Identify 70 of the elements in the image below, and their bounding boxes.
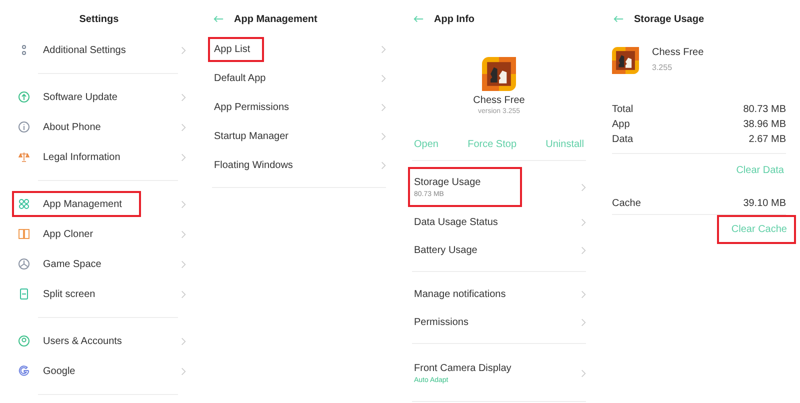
menu-item-label[interactable]: Startup Manager bbox=[208, 124, 302, 149]
menu-item-label[interactable]: App List bbox=[208, 37, 264, 62]
chevron-icon bbox=[581, 246, 586, 254]
size-value: 38.96 MB bbox=[743, 119, 786, 130]
menu-item-label[interactable]: Front Camera Display bbox=[414, 362, 510, 374]
grid-icon bbox=[18, 198, 30, 210]
menu-item-label[interactable]: Game Space bbox=[43, 258, 102, 270]
user-icon bbox=[18, 335, 30, 347]
menu-item-label[interactable]: App Management bbox=[43, 198, 122, 210]
menu-item-label[interactable]: Floating Windows bbox=[208, 153, 307, 178]
menu-item-label[interactable]: Additional Settings bbox=[43, 44, 126, 56]
menu-item-label[interactable]: Default App bbox=[208, 66, 280, 91]
screen-title: Settings bbox=[79, 14, 119, 24]
chevron-icon bbox=[181, 290, 186, 298]
chevron-icon bbox=[181, 336, 186, 346]
menu-item-label[interactable]: Battery Usage bbox=[414, 244, 478, 256]
size-value: 2.67 MB bbox=[748, 134, 786, 145]
chevron-icon bbox=[581, 318, 586, 326]
menu-item-label[interactable]: Permissions bbox=[414, 316, 468, 328]
menu-item-label[interactable]: Legal Information bbox=[43, 152, 120, 162]
split-rectangle-icon bbox=[18, 228, 30, 240]
menu-item-label[interactable]: About Phone bbox=[43, 122, 101, 132]
screen-title: App Info bbox=[434, 14, 475, 24]
menu-item-label[interactable]: Data Usage Status bbox=[414, 216, 498, 228]
menu-item-label[interactable]: Users & Accounts bbox=[43, 336, 122, 346]
menu-item-label[interactable]: Storage Usage bbox=[414, 176, 510, 188]
chevron-icon bbox=[181, 366, 186, 376]
chevron-icon bbox=[381, 103, 386, 112]
app-name: Chess Free bbox=[652, 47, 704, 58]
chevron-icon bbox=[581, 182, 586, 192]
chevron-icon bbox=[381, 45, 386, 54]
chevron-icon bbox=[381, 132, 386, 141]
chevron-icon bbox=[181, 92, 186, 102]
back-arrow-icon[interactable] bbox=[213, 15, 224, 23]
chevron-icon bbox=[181, 200, 186, 208]
back-arrow-icon[interactable] bbox=[613, 15, 624, 23]
screen-title: App Management bbox=[234, 14, 318, 24]
size-label: App bbox=[612, 119, 630, 130]
menu-item-label[interactable]: Split screen bbox=[43, 288, 96, 300]
chevron-icon bbox=[581, 368, 586, 378]
chevron-icon bbox=[381, 74, 386, 83]
scales-icon bbox=[18, 151, 30, 163]
chevron-icon bbox=[581, 218, 586, 226]
chevron-icon bbox=[181, 46, 186, 54]
menu-item-label[interactable]: App Cloner bbox=[43, 228, 94, 240]
google-icon bbox=[18, 365, 30, 377]
chevron-icon bbox=[181, 152, 186, 162]
chevron-icon bbox=[181, 230, 186, 238]
menu-item-label[interactable]: App Permissions bbox=[208, 95, 304, 120]
screen-title: Storage Usage bbox=[634, 14, 704, 24]
menu-item-label[interactable]: Google bbox=[43, 366, 76, 376]
app-version: 3.255 bbox=[652, 63, 674, 72]
chessboard-icon bbox=[612, 47, 639, 74]
size-label: Cache bbox=[612, 198, 641, 208]
size-label: Data bbox=[612, 134, 634, 145]
chevron-icon bbox=[181, 122, 186, 132]
chevron-icon bbox=[381, 161, 386, 170]
menu-item-label[interactable]: Software Update bbox=[43, 92, 118, 102]
chevron-icon bbox=[581, 290, 586, 298]
info-icon bbox=[18, 121, 30, 133]
split-screen-icon bbox=[18, 288, 30, 300]
size-value: 39.10 MB bbox=[743, 198, 786, 208]
chevron-icon bbox=[181, 260, 186, 268]
size-label: Total bbox=[612, 104, 634, 115]
menu-item-label[interactable]: Manage notifications bbox=[414, 288, 506, 300]
steering-wheel-icon bbox=[18, 258, 30, 270]
back-arrow-icon[interactable] bbox=[413, 15, 424, 23]
chessboard-icon bbox=[482, 57, 516, 91]
app-name: Chess Free bbox=[473, 95, 525, 106]
size-value: 80.73 MB bbox=[743, 104, 786, 115]
